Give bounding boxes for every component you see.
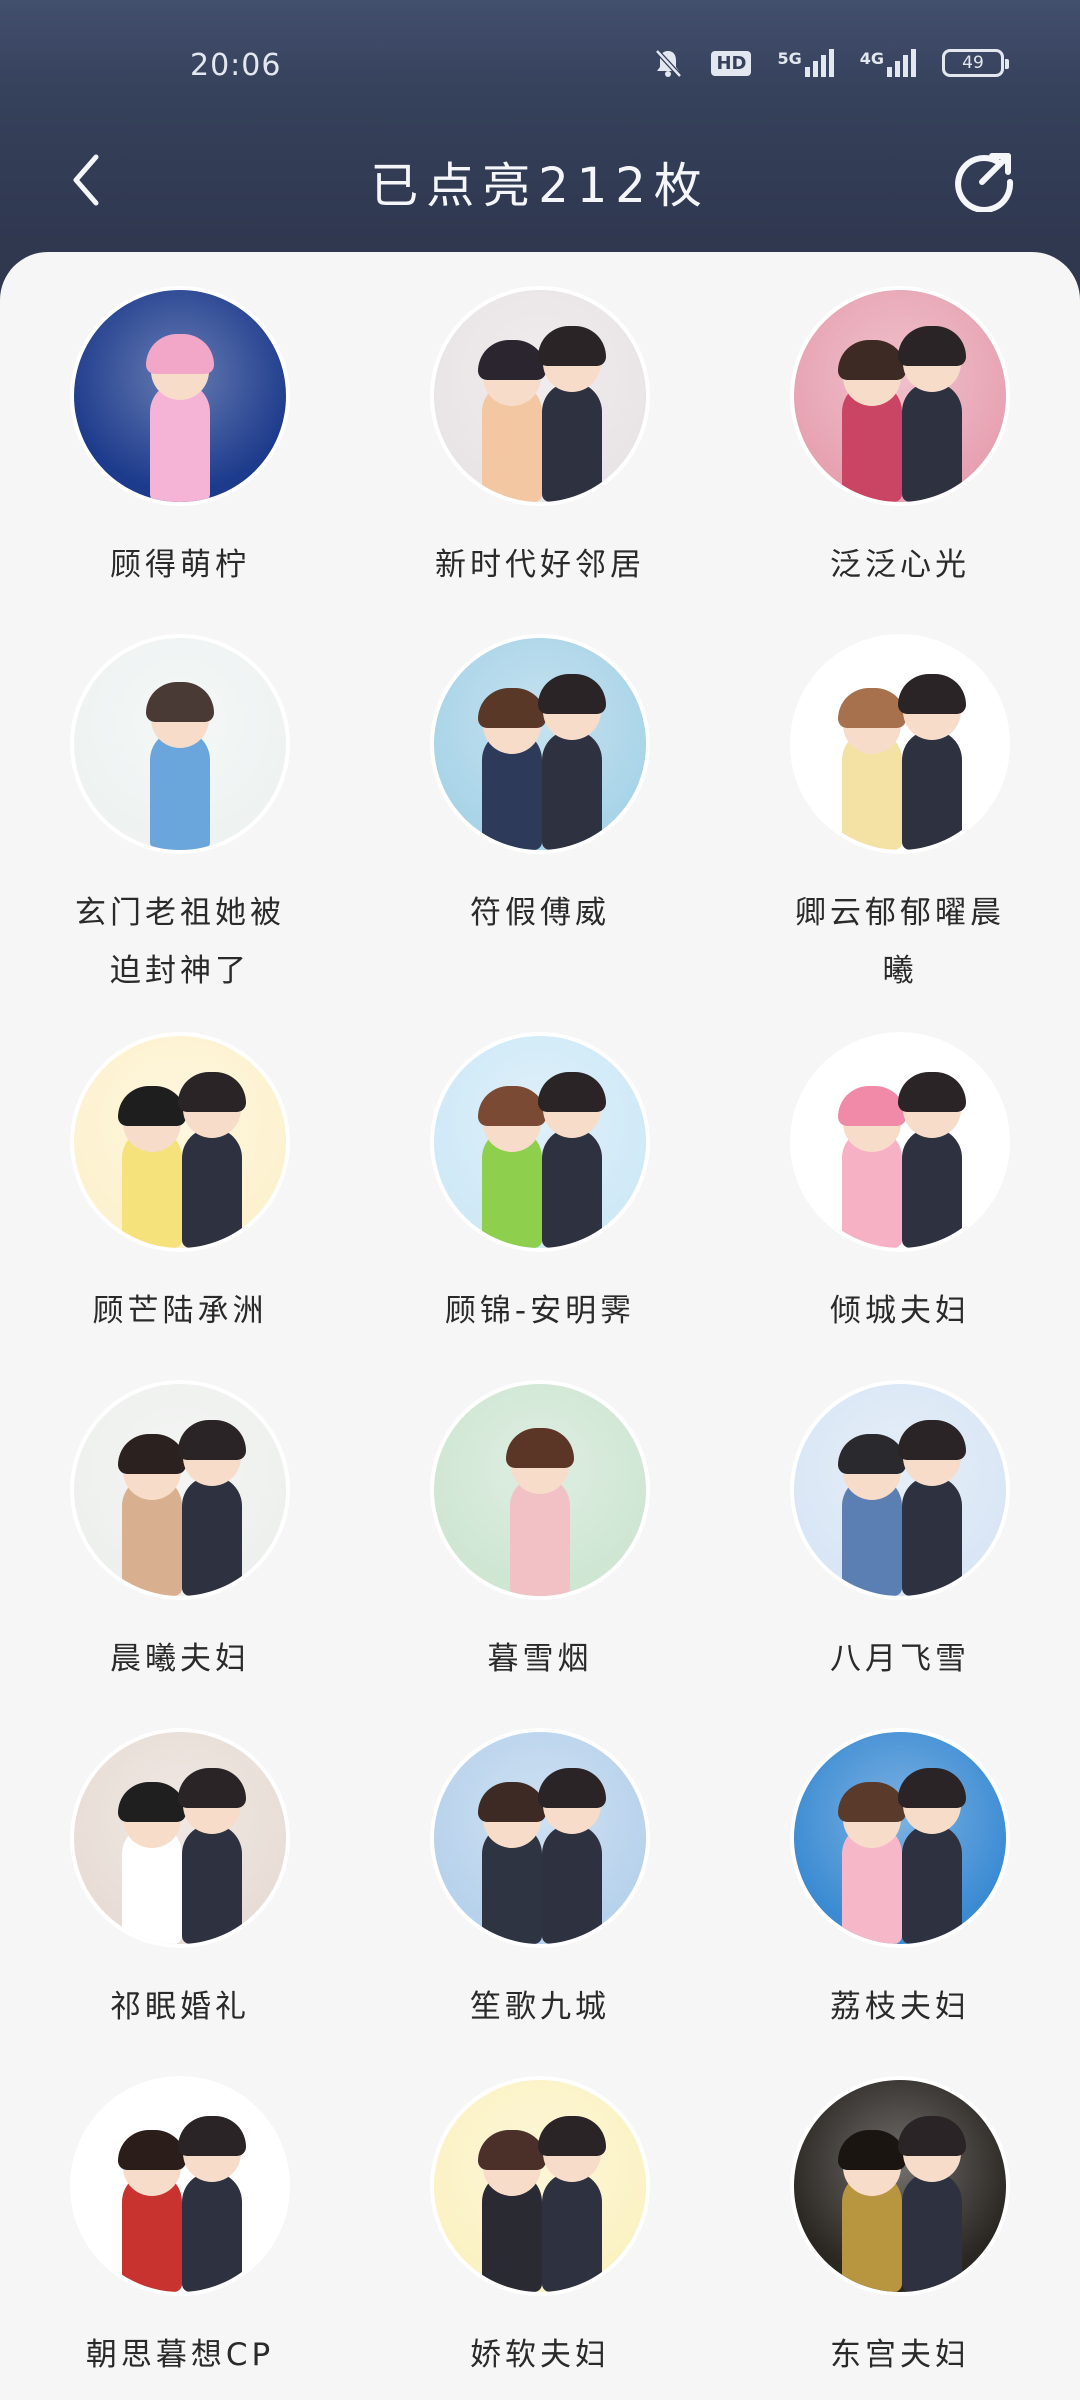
badge-name: 顾芒陆承洲: [92, 1293, 268, 1329]
badge-name: 符假傅威: [470, 895, 610, 931]
badge-avatar-image: [434, 1384, 646, 1596]
badge-item[interactable]: 新时代好邻居: [360, 272, 720, 620]
badge-name: 顾得萌柠: [110, 547, 250, 583]
badge-name: 东宫夫妇: [830, 2337, 970, 2373]
badge-item[interactable]: 倾城夫妇: [720, 1018, 1080, 1366]
badge-item[interactable]: 顾锦-安明霁: [360, 1018, 720, 1366]
badge-name: 顾锦-安明霁: [444, 1293, 636, 1329]
badge-item[interactable]: 顾得萌柠: [0, 272, 360, 620]
badge-avatar-image: [434, 638, 646, 850]
badge-avatar-image: [434, 1036, 646, 1248]
network-5g-label: 5G: [777, 49, 802, 68]
badge-avatar-image: [794, 2080, 1006, 2292]
badge-item[interactable]: 暮雪烟: [360, 1366, 720, 1714]
status-icons: HD 5G 4G 49: [651, 46, 1009, 80]
badge-item[interactable]: 荔枝夫妇: [720, 1714, 1080, 2062]
badge-avatar-image: [434, 1732, 646, 1944]
share-icon: [955, 153, 1014, 212]
badge-avatar-image: [74, 1036, 286, 1248]
badge-name: 笙歌九城: [470, 1989, 610, 2025]
badge-avatar-image: [74, 1732, 286, 1944]
badge-name: 新时代好邻居: [435, 547, 645, 583]
mute-icon: [655, 49, 683, 78]
nav-bar: 已点亮212枚: [0, 130, 1080, 230]
battery-level: 49: [962, 53, 984, 73]
badge-name: 祁眠婚礼: [110, 1989, 250, 2025]
badge-item[interactable]: 玄门老祖她被迫封神了: [0, 620, 360, 1018]
network-4g-label: 4G: [859, 49, 884, 68]
badge-name: 八月飞雪: [830, 1641, 970, 1677]
share-button[interactable]: [950, 146, 1018, 214]
badge-name: 荔枝夫妇: [830, 1989, 970, 2025]
badge-item[interactable]: 泛泛心光: [720, 272, 1080, 620]
badge-avatar-image: [794, 1036, 1006, 1248]
badge-avatar-image: [794, 290, 1006, 502]
badge-avatar-image: [434, 290, 646, 502]
signal-4g-icon: 4G: [860, 49, 916, 77]
badge-avatar-image: [794, 1384, 1006, 1596]
badge-avatar-image: [74, 290, 286, 502]
badge-item[interactable]: 晨曦夫妇: [0, 1366, 360, 1714]
badge-item[interactable]: 八月飞雪: [720, 1366, 1080, 1714]
battery-icon: 49: [942, 49, 1009, 77]
badge-list-panel: 顾得萌柠 新时代好邻居 泛泛心光玄门老祖她被迫封神了 符假傅威 卿云郁郁曜晨曦顾芒陆承洲…: [0, 252, 1080, 2400]
badge-avatar-image: [794, 1732, 1006, 1944]
badge-item[interactable]: 顾芒陆承洲: [0, 1018, 360, 1366]
badge-item[interactable]: 东宫夫妇: [720, 2062, 1080, 2400]
badge-name: 娇软夫妇: [470, 2337, 610, 2373]
badge-name: 卿云郁郁曜晨曦: [795, 895, 1005, 989]
status-time: 20:06: [190, 48, 282, 83]
badge-name: 朝思暮想CP: [85, 2337, 275, 2373]
badge-avatar-image: [74, 2080, 286, 2292]
status-bar: 20:06 HD 5G 4G 49: [0, 0, 1080, 130]
badge-item[interactable]: 笙歌九城: [360, 1714, 720, 2062]
badge-item[interactable]: 卿云郁郁曜晨曦: [720, 620, 1080, 1018]
badge-item[interactable]: 朝思暮想CP: [0, 2062, 360, 2400]
badge-name: 晨曦夫妇: [110, 1641, 250, 1677]
signal-5g-icon: 5G: [777, 49, 834, 77]
badge-name: 倾城夫妇: [830, 1293, 970, 1329]
badge-name: 暮雪烟: [487, 1641, 593, 1677]
badge-name: 泛泛心光: [830, 547, 970, 583]
badge-item[interactable]: 娇软夫妇: [360, 2062, 720, 2400]
badge-avatar-image: [794, 638, 1006, 850]
badge-name: 玄门老祖她被迫封神了: [75, 895, 285, 989]
hd-badge-icon: HD: [711, 50, 752, 76]
badge-avatar-image: [434, 2080, 646, 2292]
badge-avatar-image: [74, 1384, 286, 1596]
badge-avatar-image: [74, 638, 286, 850]
badge-item[interactable]: 祁眠婚礼: [0, 1714, 360, 2062]
page-title: 已点亮212枚: [370, 158, 710, 214]
badge-grid: 顾得萌柠 新时代好邻居 泛泛心光玄门老祖她被迫封神了 符假傅威 卿云郁郁曜晨曦顾芒陆承洲…: [0, 272, 1080, 2400]
badge-item[interactable]: 符假傅威: [360, 620, 720, 1018]
